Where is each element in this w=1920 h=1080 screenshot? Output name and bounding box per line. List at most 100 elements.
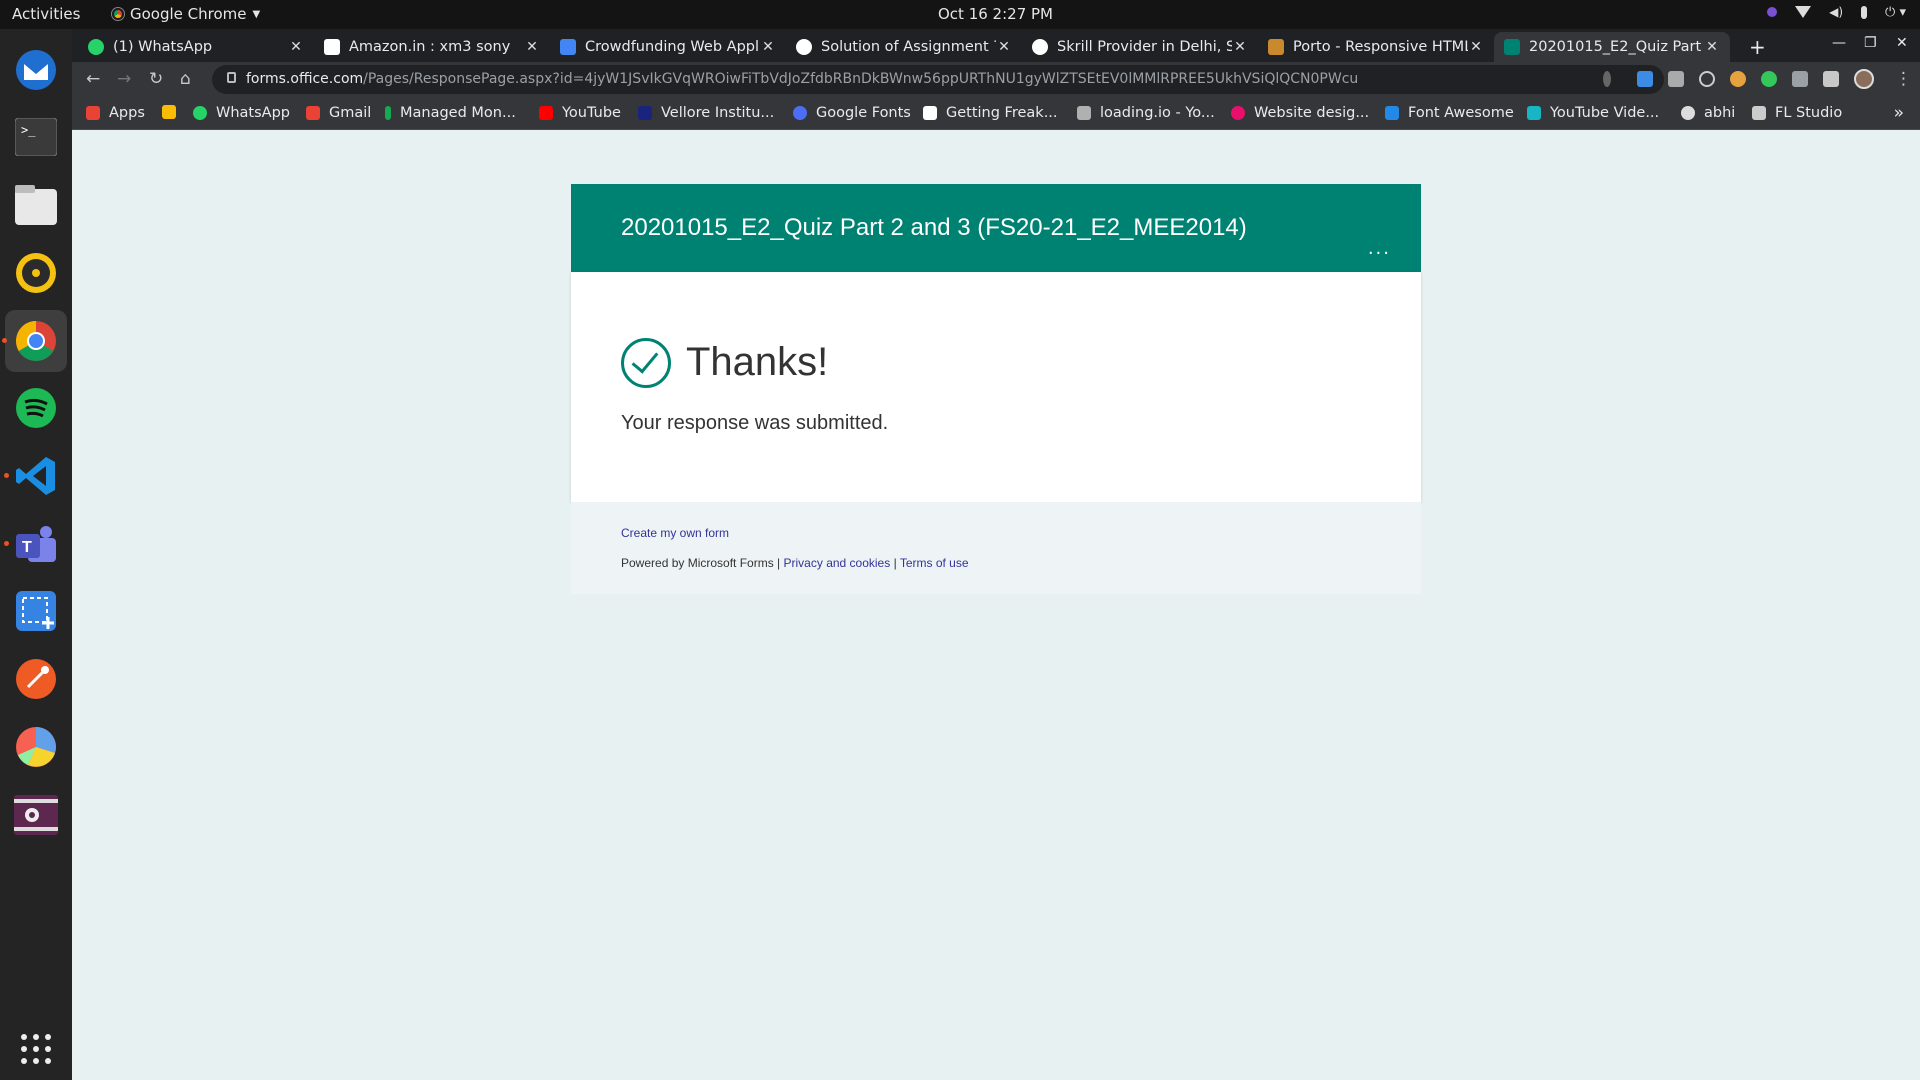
svg-text:>_: >_	[21, 123, 36, 137]
bookmark-abhi[interactable]: abhi	[1681, 105, 1735, 121]
tab-solution[interactable]: Solution of Assignment 7 ✕	[786, 32, 1022, 62]
files-icon[interactable]	[12, 181, 60, 229]
green-extension-icon[interactable]	[1761, 71, 1777, 87]
tab-skrill[interactable]: Skrill Provider in Delhi, Sk ✕	[1022, 32, 1258, 62]
video-editor-icon[interactable]	[12, 791, 60, 839]
close-icon[interactable]: ✕	[996, 39, 1012, 55]
screenshot-icon[interactable]	[12, 587, 60, 635]
bookmark-youtube-video[interactable]: YouTube Vide...	[1527, 105, 1659, 121]
bookmark-google-fonts[interactable]: Google Fonts	[793, 105, 911, 121]
vscode-icon[interactable]	[4, 452, 60, 500]
forms-icon	[1504, 39, 1520, 55]
fl-studio-icon	[1752, 106, 1766, 120]
menu-kebab-icon[interactable]: ⋮	[1895, 69, 1912, 89]
tab-label: 20201015_E2_Quiz Part 2	[1529, 39, 1704, 55]
address-bar[interactable]: forms.office.com/Pages/ResponsePage.aspx…	[212, 65, 1664, 94]
bookmark-fl-studio[interactable]: FL Studio	[1752, 105, 1842, 121]
close-icon[interactable]: ✕	[1468, 39, 1484, 55]
tab-label: Crowdfunding Web Appl	[585, 39, 759, 55]
app-menu[interactable]: Google Chrome ▼	[112, 5, 260, 23]
tab-crowdfunding[interactable]: Crowdfunding Web Appl ✕	[550, 32, 786, 62]
back-icon[interactable]: ←	[86, 69, 100, 89]
tab-label: Amazon.in : xm3 sony	[349, 39, 511, 55]
bookmark-label: Google Fonts	[816, 105, 911, 121]
close-icon[interactable]: ✕	[524, 39, 540, 55]
close-icon[interactable]: ✕	[1704, 39, 1720, 55]
globe-icon	[1032, 39, 1048, 55]
more-options-button[interactable]: ...	[1368, 238, 1391, 259]
url-path: /Pages/ResponsePage.aspx?id=4jyW1JSvIkGV…	[363, 71, 1359, 87]
bookmark-drive[interactable]	[162, 105, 185, 119]
cast-icon[interactable]	[1792, 71, 1808, 87]
new-tab-icon[interactable]: +	[1749, 35, 1766, 59]
bookmark-font-awesome[interactable]: Font Awesome	[1385, 105, 1514, 121]
close-icon[interactable]: ✕	[760, 39, 776, 55]
browser-toolbar: ← → ↻ ⌂ forms.office.com/Pages/ResponseP…	[72, 62, 1920, 97]
amazon-icon	[324, 39, 340, 55]
forward-icon[interactable]: →	[117, 69, 131, 89]
terminal-icon[interactable]: >_	[12, 113, 60, 161]
disk-usage-icon[interactable]	[12, 723, 60, 771]
bookmark-apps[interactable]: Apps	[86, 105, 145, 121]
bookmark-medium[interactable]: Getting Freak...	[923, 105, 1058, 121]
reload-icon[interactable]: ↻	[149, 69, 163, 89]
checkmark-circle-icon	[621, 338, 671, 388]
thanks-heading: Thanks!	[686, 340, 829, 384]
tab-quiz-active[interactable]: 20201015_E2_Quiz Part 2 ✕	[1494, 32, 1730, 62]
create-form-link[interactable]: Create my own form	[621, 526, 729, 540]
bookmark-label: WhatsApp	[216, 105, 290, 121]
loading-io-icon	[1077, 106, 1091, 120]
bookmark-website-design[interactable]: Website desig...	[1231, 105, 1369, 121]
target-icon[interactable]	[1699, 71, 1715, 87]
teams-icon[interactable]: T	[4, 520, 60, 568]
tab-label: Solution of Assignment 7	[821, 39, 996, 55]
window-close-icon[interactable]: ✕	[1896, 35, 1908, 51]
clock[interactable]: Oct 16 2:27 PM	[938, 5, 1053, 23]
privacy-link[interactable]: Privacy and cookies	[784, 556, 891, 570]
postman-icon[interactable]	[12, 655, 60, 703]
tab-whatsapp[interactable]: (1) WhatsApp ✕	[78, 32, 314, 62]
bookmark-mongodb[interactable]: Managed Mon...	[385, 105, 516, 121]
bookmark-loading-io[interactable]: loading.io - Yo...	[1077, 105, 1215, 121]
spotify-icon[interactable]	[12, 384, 60, 432]
home-icon[interactable]: ⌂	[180, 69, 191, 89]
profile-avatar[interactable]	[1854, 69, 1874, 89]
activities-button[interactable]: Activities	[12, 5, 80, 23]
cookie-icon[interactable]	[1730, 71, 1746, 87]
puzzle-icon[interactable]	[1823, 71, 1839, 87]
bookmark-vellore[interactable]: Vellore Institu...	[638, 105, 774, 121]
power-icon: ⏻ ▾	[1885, 5, 1906, 20]
wifi-icon	[1795, 6, 1812, 18]
show-applications-icon[interactable]	[12, 1025, 60, 1073]
thunderbird-icon[interactable]	[12, 46, 60, 94]
notification-icon	[1767, 7, 1778, 17]
youtube-video-icon	[1527, 106, 1541, 120]
more-bookmarks-icon[interactable]: »	[1894, 103, 1904, 123]
bookmark-label: Managed Mon...	[400, 105, 516, 121]
mongodb-icon	[385, 106, 391, 120]
vit-icon	[638, 106, 652, 120]
chrome-dock-icon[interactable]	[2, 310, 67, 372]
bookmark-whatsapp[interactable]: WhatsApp	[193, 105, 290, 121]
svg-text:T: T	[22, 539, 32, 556]
tab-porto[interactable]: Porto - Responsive HTML ✕	[1258, 32, 1494, 62]
tab-amazon[interactable]: Amazon.in : xm3 sony ✕	[314, 32, 550, 62]
bookmark-label: Apps	[109, 105, 145, 121]
maximize-icon[interactable]: ❐	[1864, 35, 1877, 51]
rhythmbox-icon[interactable]	[12, 249, 60, 297]
dock: >_ T	[0, 29, 72, 1080]
minimize-icon[interactable]: —	[1832, 35, 1846, 51]
pen-extension-icon[interactable]	[1637, 71, 1653, 87]
extension-icon[interactable]	[1603, 71, 1611, 87]
system-tray[interactable]: ◀) ⏻ ▾	[1767, 5, 1906, 20]
close-icon[interactable]: ✕	[288, 39, 304, 55]
bookmark-youtube[interactable]: YouTube	[539, 105, 621, 121]
bookmark-label: abhi	[1704, 105, 1736, 121]
bookmark-label: Getting Freak...	[946, 105, 1058, 121]
bookmark-gmail[interactable]: Gmail	[306, 105, 371, 121]
form-title: 20201015_E2_Quiz Part 2 and 3 (FS20-21_E…	[621, 214, 1247, 241]
terms-link[interactable]: Terms of use	[900, 556, 969, 570]
camera-icon[interactable]	[1668, 71, 1684, 87]
browser-window: (1) WhatsApp ✕ Amazon.in : xm3 sony ✕ Cr…	[72, 29, 1920, 1080]
close-icon[interactable]: ✕	[1232, 39, 1248, 55]
